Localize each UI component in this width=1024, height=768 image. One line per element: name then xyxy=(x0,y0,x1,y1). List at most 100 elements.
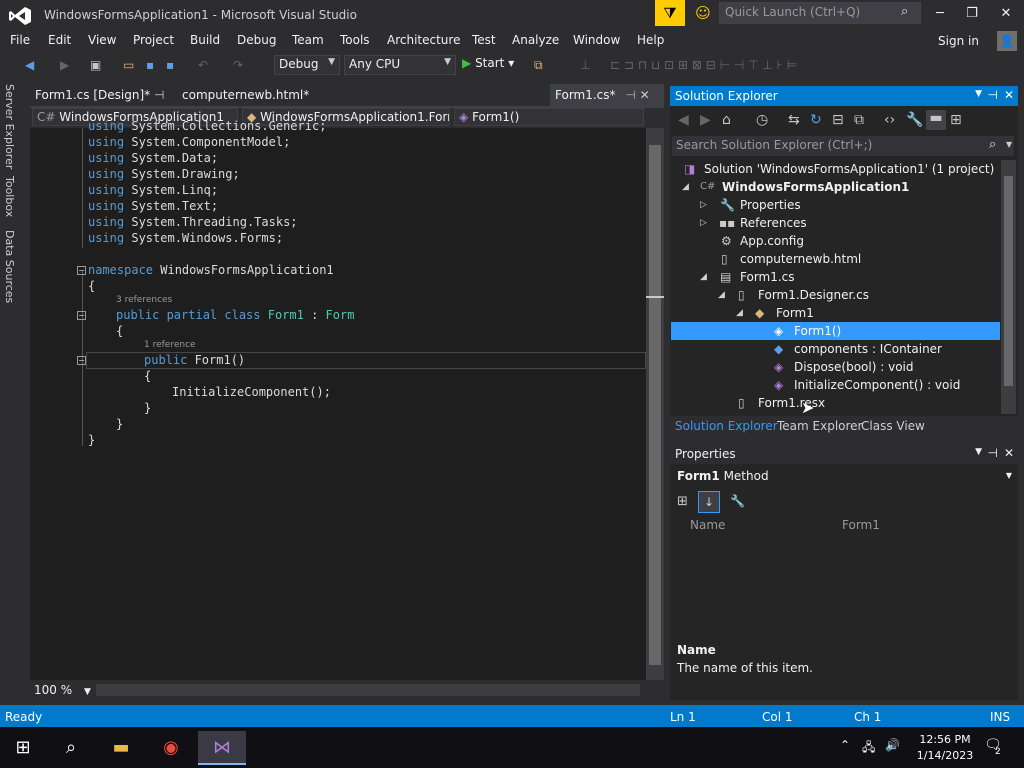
chevron-down-icon[interactable]: ▼ xyxy=(975,89,982,99)
alphabetical-icon[interactable]: ↓ xyxy=(698,491,720,513)
history-icon[interactable]: ◷ xyxy=(756,112,768,128)
tab-solution-explorer[interactable]: Solution Explorer xyxy=(675,419,778,433)
back-icon[interactable]: ◀ xyxy=(678,112,689,128)
codelens-references[interactable]: 1 reference xyxy=(144,340,196,350)
file-explorer-icon[interactable]: ▬ xyxy=(100,731,142,765)
collapsed-arrow-icon[interactable]: ▷ xyxy=(700,196,707,214)
menu-team[interactable]: Team xyxy=(292,33,324,47)
configuration-dropdown[interactable]: Debug ▼ xyxy=(274,55,340,75)
server-explorer-tab[interactable]: Server Explorer xyxy=(3,84,16,169)
collapse-icon[interactable]: − xyxy=(77,311,86,320)
wrench-icon[interactable]: 🔧 xyxy=(730,494,745,508)
network-icon[interactable]: 🖧 xyxy=(862,738,875,759)
tree-node-app-config[interactable]: App.config xyxy=(740,232,804,250)
visual-studio-taskbar-icon[interactable]: ⋈ xyxy=(198,731,246,765)
expanded-arrow-icon[interactable]: ◢ xyxy=(736,304,743,322)
pin-icon[interactable]: ⊣ xyxy=(988,88,998,102)
member-dropdown[interactable]: ◈ Form1() xyxy=(454,108,644,126)
show-hidden-icons-icon[interactable]: ⌃ xyxy=(840,738,850,752)
tab-team-explorer[interactable]: Team Explorer xyxy=(777,419,863,433)
minimize-button[interactable]: ─ xyxy=(926,4,954,24)
account-icon[interactable]: 👤 xyxy=(997,31,1017,51)
tab-form1-cs[interactable]: Form1.cs* ⊣ ✕ xyxy=(550,84,664,106)
pin-icon[interactable]: ⊣ xyxy=(625,88,635,102)
preview-selected-icon[interactable]: ▬ xyxy=(926,110,946,130)
collapse-icon[interactable]: − xyxy=(77,356,86,365)
data-sources-tab[interactable]: Data Sources xyxy=(3,230,16,303)
tab-class-view[interactable]: Class View xyxy=(861,419,925,433)
chevron-down-icon[interactable]: ▼ xyxy=(975,447,982,457)
save-all-icon[interactable]: ▪ xyxy=(166,57,174,73)
menu-project[interactable]: Project xyxy=(133,33,174,47)
tree-node-form1-ctor[interactable]: Form1() xyxy=(794,322,841,340)
collapse-all-icon[interactable]: ⊟ xyxy=(832,112,844,128)
open-file-icon[interactable]: ▭ xyxy=(123,57,134,73)
close-tab-icon[interactable]: ✕ xyxy=(640,88,650,102)
expanded-arrow-icon[interactable]: ◢ xyxy=(682,178,689,196)
tree-node-form1-class[interactable]: Form1 xyxy=(776,304,814,322)
menu-view[interactable]: View xyxy=(88,33,116,47)
forward-icon[interactable]: ▶ xyxy=(700,112,711,128)
undo-icon[interactable]: ↶ xyxy=(198,57,208,73)
taskbar-clock[interactable]: 12:56 PM 1/14/2023 xyxy=(905,732,985,764)
menu-file[interactable]: File xyxy=(10,33,30,47)
toolbox-tab[interactable]: Toolbox xyxy=(3,176,16,217)
search-icon[interactable]: ⌕ xyxy=(50,731,92,765)
chrome-icon[interactable]: ◉ xyxy=(150,731,192,765)
class-diagram-icon[interactable]: ⊞ xyxy=(950,112,962,128)
menu-analyze[interactable]: Analyze xyxy=(512,33,559,47)
properties-wrench-icon[interactable]: 🔧 xyxy=(906,112,923,128)
pin-icon[interactable]: ⊣ xyxy=(154,88,164,102)
close-icon[interactable]: ✕ xyxy=(1004,446,1014,460)
feedback-smiley-icon[interactable]: ☺ xyxy=(693,3,713,23)
menu-architecture[interactable]: Architecture xyxy=(387,33,460,47)
sign-in-link[interactable]: Sign in xyxy=(938,34,979,48)
codelens-references[interactable]: 3 references xyxy=(116,295,172,305)
tree-node-components[interactable]: components : IContainer xyxy=(794,340,942,358)
categorized-icon[interactable]: ⊞ xyxy=(677,494,688,509)
maximize-button[interactable]: ❐ xyxy=(958,4,986,24)
tree-node-dispose[interactable]: Dispose(bool) : void xyxy=(794,358,913,376)
menu-build[interactable]: Build xyxy=(190,33,220,47)
pin-icon[interactable]: ⊣ xyxy=(988,446,998,460)
solution-tree-scroll-thumb[interactable] xyxy=(1004,176,1013,386)
new-project-icon[interactable]: ▣ xyxy=(90,57,101,73)
quick-launch-input[interactable]: Quick Launch (Ctrl+Q) xyxy=(719,2,921,24)
editor-scroll-thumb[interactable] xyxy=(649,145,661,665)
windows-start-icon[interactable]: ⊞ xyxy=(2,731,44,765)
tree-node-project[interactable]: WindowsFormsApplication1 xyxy=(722,178,909,196)
home-icon[interactable]: ⌂ xyxy=(722,112,731,128)
show-all-files-icon[interactable]: ⧉ xyxy=(854,112,864,128)
sync-icon[interactable]: ⇆ xyxy=(788,112,800,128)
menu-edit[interactable]: Edit xyxy=(48,33,71,47)
attach-icon[interactable]: ⧉ xyxy=(534,57,543,73)
tree-node-form1-cs[interactable]: Form1.cs xyxy=(740,268,795,286)
expanded-arrow-icon[interactable]: ◢ xyxy=(700,268,707,286)
collapsed-arrow-icon[interactable]: ▷ xyxy=(700,214,707,232)
tree-node-properties[interactable]: Properties xyxy=(740,196,801,214)
tree-node-form1-resx[interactable]: Form1.resx xyxy=(758,394,825,412)
expanded-arrow-icon[interactable]: ◢ xyxy=(718,286,725,304)
tab-computernewb-html[interactable]: computernewb.html* xyxy=(177,84,314,106)
start-debugging-button[interactable]: ▶ Start ▾ xyxy=(462,56,514,70)
horizontal-scroll-track[interactable] xyxy=(96,684,640,696)
chevron-down-icon[interactable]: ▼ xyxy=(1006,140,1012,149)
tree-node-solution[interactable]: Solution 'WindowsFormsApplication1' (1 p… xyxy=(704,160,994,178)
properties-object-selector[interactable]: Form1 Method ▼ xyxy=(670,466,1018,488)
forward-icon[interactable]: ▶ xyxy=(60,57,69,73)
solution-explorer-search-input[interactable]: Search Solution Explorer (Ctrl+;) xyxy=(672,136,1014,156)
view-code-icon[interactable]: ‹› xyxy=(884,112,895,128)
platform-dropdown[interactable]: Any CPU ▼ xyxy=(344,55,456,75)
filter-icon[interactable]: ⧩ xyxy=(655,0,685,26)
menu-tools[interactable]: Tools xyxy=(340,33,370,47)
back-icon[interactable]: ◀ xyxy=(25,57,34,73)
collapse-icon[interactable]: − xyxy=(77,266,86,275)
zoom-dropdown[interactable]: 100 % ▼ xyxy=(34,683,91,697)
volume-icon[interactable]: 🔊 xyxy=(885,738,900,752)
menu-test[interactable]: Test xyxy=(472,33,496,47)
refresh-icon[interactable]: ↻ xyxy=(810,112,822,128)
tree-node-computernewb-html[interactable]: computernewb.html xyxy=(740,250,861,268)
tab-form1-design[interactable]: Form1.cs [Design]* ⊣ xyxy=(30,84,169,106)
close-button[interactable]: ✕ xyxy=(992,4,1020,24)
tree-node-form1-designer[interactable]: Form1.Designer.cs xyxy=(758,286,869,304)
